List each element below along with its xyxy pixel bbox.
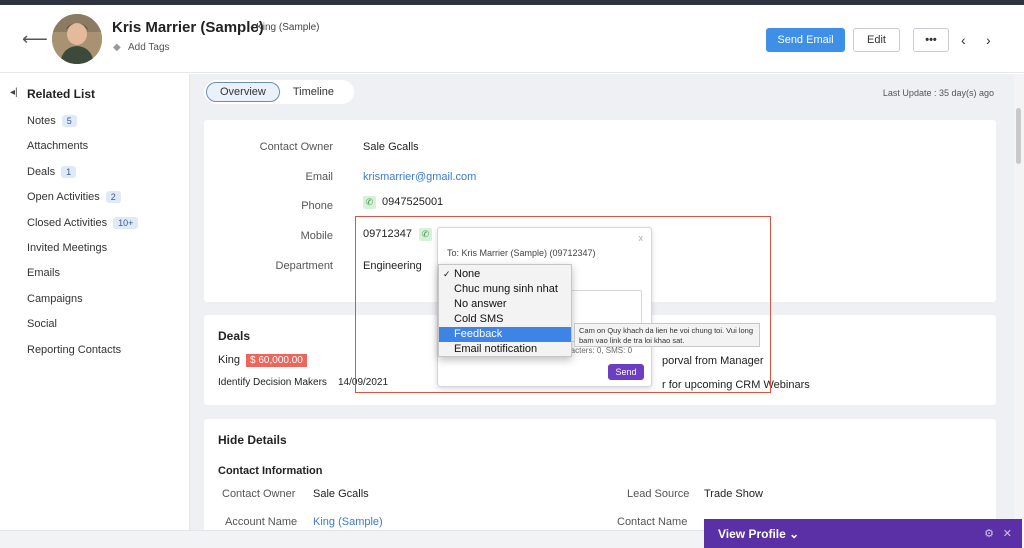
sidebar-item-label: Emails xyxy=(27,267,61,279)
contact-owner-value[interactable]: Sale Gcalls xyxy=(363,141,419,153)
sidebar-item-label: Invited Meetings xyxy=(27,242,108,254)
close-icon[interactable]: ✕ xyxy=(1003,527,1012,540)
sidebar-item-label: Deals xyxy=(27,166,56,178)
template-option-no-answer[interactable]: No answer xyxy=(439,297,571,312)
contact-info-title: Contact Information xyxy=(218,465,323,477)
sidebar-item-closed-activities[interactable]: Closed Activities 10+ xyxy=(27,217,139,229)
sidebar-item-deals[interactable]: Deals 1 xyxy=(27,166,77,178)
deal-stage: Identify Decision Makers xyxy=(218,377,327,388)
template-preview-tooltip: Cam on Quy khach da lien he voi chung to… xyxy=(574,323,760,347)
count-badge: 1 xyxy=(61,166,77,178)
department-label: Department xyxy=(275,260,333,272)
account-name-value[interactable]: King (Sample) xyxy=(313,516,383,528)
sidebar-item-social[interactable]: Social xyxy=(27,318,57,330)
hd-contact-owner-value: Sale Gcalls xyxy=(313,488,369,500)
email-value[interactable]: krismarrier@gmail.com xyxy=(363,171,476,183)
sms-send-button[interactable]: Send xyxy=(608,364,644,380)
count-badge: 5 xyxy=(61,115,77,127)
sidebar-item-attachments[interactable]: Attachments xyxy=(27,140,88,152)
hide-details-title[interactable]: Hide Details xyxy=(218,433,287,447)
contact-name: Kris Marrier (Sample) xyxy=(112,19,264,36)
sidebar-item-label: Campaigns xyxy=(27,293,83,305)
related-list-title: Related List xyxy=(27,87,96,101)
edit-button[interactable]: Edit xyxy=(853,28,900,52)
scrollbar[interactable] xyxy=(1014,74,1024,548)
sms-recipient: To: Kris Marrier (Sample) (09712347) xyxy=(447,248,596,258)
add-tags-link[interactable]: Add Tags xyxy=(128,42,170,53)
deals-title: Deals xyxy=(218,329,251,343)
sidebar-item-label: Notes xyxy=(27,115,56,127)
back-arrow-icon[interactable]: ⟵ xyxy=(22,29,48,50)
collapse-icon[interactable]: ◂| xyxy=(10,87,18,98)
sidebar-item-label: Reporting Contacts xyxy=(27,344,122,356)
sidebar-item-campaigns[interactable]: Campaigns xyxy=(27,293,83,305)
contact-name-label: Contact Name xyxy=(617,516,688,528)
send-email-button[interactable]: Send Email xyxy=(766,28,845,52)
template-option-birthday[interactable]: Chuc mung sinh nhat xyxy=(439,282,571,297)
sidebar-item-invited-meetings[interactable]: Invited Meetings xyxy=(27,242,107,254)
view-profile-bar[interactable]: View Profile ⌄ ⚙ ✕ xyxy=(704,519,1022,548)
last-update: Last Update : 35 day(s) ago xyxy=(882,88,994,98)
next-record-icon[interactable]: › xyxy=(986,32,991,48)
phone-label: Phone xyxy=(301,200,333,212)
template-option-none[interactable]: None xyxy=(439,267,571,282)
hd-contact-owner-label: Contact Owner xyxy=(222,488,296,500)
count-badge: 10+ xyxy=(113,217,139,229)
phone-value[interactable]: ✆ 0947525001 xyxy=(363,196,443,209)
sidebar-item-label: Closed Activities xyxy=(27,217,108,229)
more-button[interactable]: ••• xyxy=(913,28,949,52)
phone-icon[interactable]: ✆ xyxy=(363,196,376,209)
sms-character-count: racters: 0, SMS: 0 xyxy=(568,346,633,355)
template-option-feedback[interactable]: Feedback xyxy=(439,327,571,342)
sidebar-item-label: Social xyxy=(27,318,57,330)
contact-role: - King (Sample) xyxy=(250,22,320,33)
gear-icon[interactable]: ⚙ xyxy=(984,527,994,540)
deal-amount: $ 60,000.00 xyxy=(246,354,307,367)
tab-overview[interactable]: Overview xyxy=(206,82,280,102)
record-header: ⟵ Kris Marrier (Sample) - King (Sample) … xyxy=(0,5,1024,73)
tag-icon[interactable]: ◆ xyxy=(113,42,121,53)
sidebar-item-emails[interactable]: Emails xyxy=(27,267,60,279)
sidebar-item-notes[interactable]: Notes 5 xyxy=(27,115,77,127)
contact-owner-label: Contact Owner xyxy=(259,141,333,153)
template-option-cold-sms[interactable]: Cold SMS xyxy=(439,312,571,327)
mobile-label: Mobile xyxy=(300,230,333,242)
related-list-sidebar: ◂| Related List Notes 5 Attachments Deals 1 O… xyxy=(0,74,190,548)
view-tabs: Overview Timeline xyxy=(204,80,354,104)
sidebar-item-reporting-contacts[interactable]: Reporting Contacts xyxy=(27,344,121,356)
count-badge: 2 xyxy=(105,191,121,203)
email-label: Email xyxy=(305,171,333,183)
sidebar-item-label: Open Activities xyxy=(27,191,100,203)
scroll-thumb[interactable] xyxy=(1016,108,1021,164)
lead-source-label: Lead Source xyxy=(627,488,690,500)
bottom-strip xyxy=(0,530,704,548)
sidebar-item-label: Attachments xyxy=(27,140,89,152)
tab-timeline[interactable]: Timeline xyxy=(280,82,347,102)
sidebar-item-open-activities[interactable]: Open Activities 2 xyxy=(27,191,121,203)
close-icon[interactable]: x xyxy=(639,233,644,243)
template-option-email-notification[interactable]: Email notification xyxy=(439,342,571,357)
avatar xyxy=(52,14,102,64)
lead-source-value: Trade Show xyxy=(704,488,763,500)
view-profile-label[interactable]: View Profile ⌄ xyxy=(718,527,799,541)
deal-row[interactable]: King $ 60,000.00 xyxy=(218,354,307,367)
previous-record-icon[interactable]: ‹ xyxy=(961,32,966,48)
account-name-label: Account Name xyxy=(225,516,298,528)
template-dropdown: None Chuc mung sinh nhat No answer Cold … xyxy=(438,264,572,357)
